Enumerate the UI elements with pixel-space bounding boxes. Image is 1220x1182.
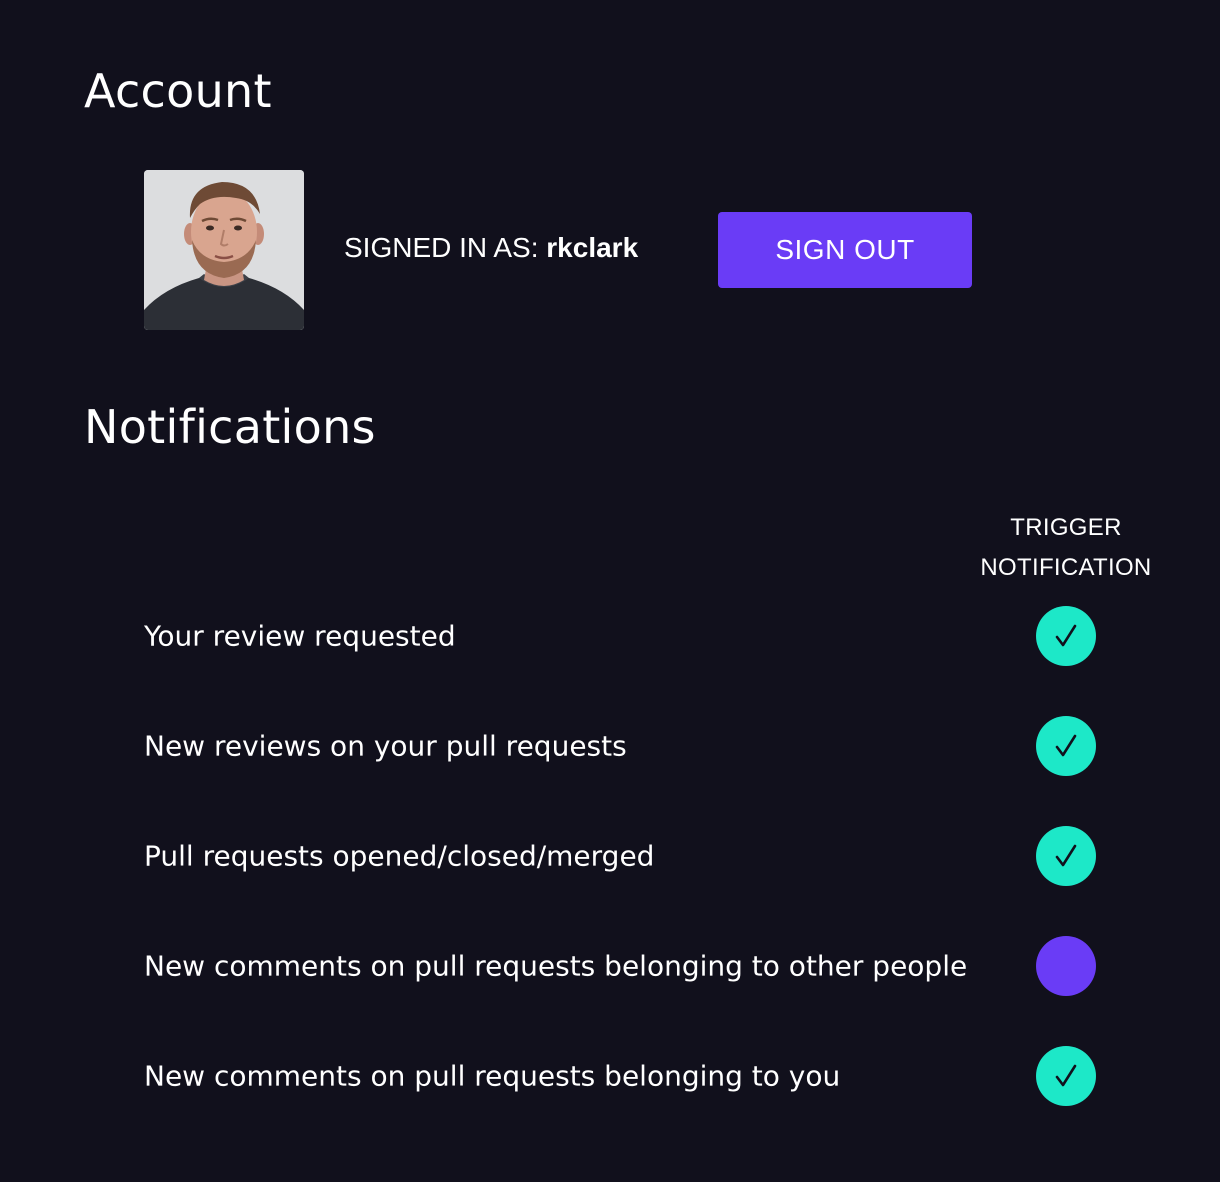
notifications-title: Notifications: [84, 400, 376, 454]
notification-row: New comments on pull requests belonging …: [144, 1046, 1134, 1106]
signed-in-label: SIGNED IN AS:: [344, 232, 539, 263]
notification-label: New comments on pull requests belonging …: [144, 1059, 841, 1093]
notification-row: Your review requested: [144, 606, 1134, 666]
avatar: [144, 170, 304, 330]
notification-toggle[interactable]: [1036, 936, 1096, 996]
notification-label: Pull requests opened/closed/merged: [144, 839, 655, 873]
notification-toggle[interactable]: [1036, 606, 1096, 666]
avatar-photo: [144, 170, 304, 330]
check-icon: [1055, 624, 1077, 647]
notification-toggle[interactable]: [1036, 1046, 1096, 1106]
notification-label: New reviews on your pull requests: [144, 729, 627, 763]
check-icon: [1055, 734, 1077, 757]
account-title: Account: [84, 64, 272, 118]
notification-label: New comments on pull requests belonging …: [144, 949, 968, 983]
notification-toggle[interactable]: [1036, 716, 1096, 776]
sign-out-button[interactable]: SIGN OUT: [718, 212, 972, 288]
notification-label: Your review requested: [144, 619, 456, 653]
trigger-notification-header: TRIGGER NOTIFICATION: [966, 508, 1166, 588]
notification-row: Pull requests opened/closed/merged: [144, 826, 1134, 886]
settings-page: Account SIGNED IN AS: rkclark SIGN OUT N…: [0, 0, 1220, 1182]
notification-row: New comments on pull requests belonging …: [144, 936, 1134, 996]
header-line-1: TRIGGER: [1010, 514, 1122, 541]
check-icon: [1055, 1064, 1077, 1087]
notification-row: New reviews on your pull requests: [144, 716, 1134, 776]
signed-in-status: SIGNED IN AS: rkclark: [344, 232, 638, 264]
notification-toggle[interactable]: [1036, 826, 1096, 886]
check-icon: [1055, 844, 1077, 867]
header-line-2: NOTIFICATION: [980, 554, 1152, 581]
username: rkclark: [546, 232, 639, 263]
